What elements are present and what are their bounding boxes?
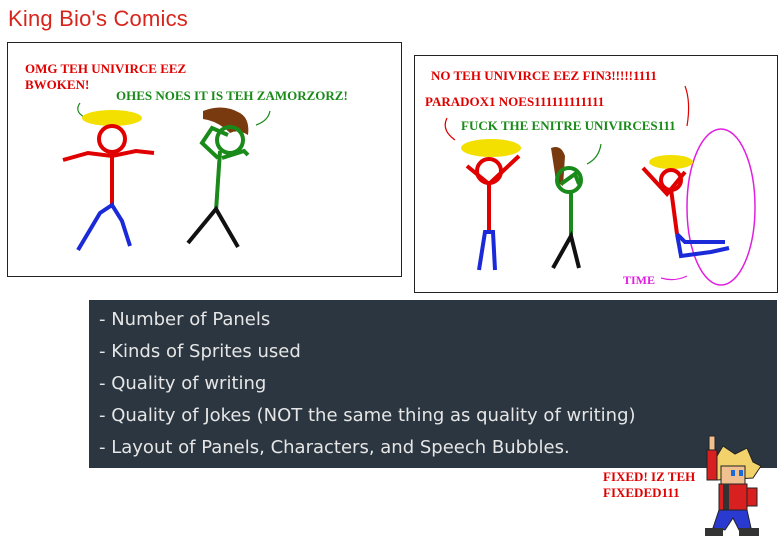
speech-text-top: NO TEH UNIVIRCE EEZ FIN3!!!!!1111	[431, 68, 657, 83]
yellow-hair	[82, 110, 142, 126]
sprite-character	[705, 435, 762, 536]
caption-line: FIXEDED111	[603, 485, 680, 500]
comic-panel-2: NO TEH UNIVIRCE EEZ FIN3!!!!!1111 PARADO…	[414, 55, 778, 293]
speech-tail-top	[684, 85, 690, 127]
sprite-caption: FIXED! IZ TEH FIXEDED111	[603, 469, 695, 501]
speech-tail-paradox	[444, 117, 456, 141]
red-stick-figure-right	[641, 155, 730, 259]
comic-panel-1: OMG TEH UNIVIRCE EEZ BWOKEN! OHES NOES I…	[7, 42, 402, 277]
speech-tail-green	[586, 143, 602, 165]
speech-tail-green	[255, 110, 271, 126]
speech-tail-red	[77, 102, 85, 118]
time-arrow	[660, 275, 688, 281]
page-title: King Bio's Comics	[8, 6, 188, 31]
red-stick-figure	[62, 110, 155, 252]
list-item: - Layout of Panels, Characters, and Spee…	[99, 437, 570, 458]
red-stick-figure-left	[461, 139, 521, 271]
list-item: - Quality of writing	[99, 373, 267, 394]
speech-text-green: OHES NOES IT IS TEH ZAMORZORZ!	[116, 88, 348, 103]
time-label: TIME	[623, 273, 656, 287]
speech-text-paradox: PARADOX1 NOES111111111111	[425, 94, 605, 109]
list-item: - Quality of Jokes (NOT the same thing a…	[99, 405, 636, 426]
caption-line: FIXED! IZ TEH	[603, 469, 696, 484]
green-stick-figure	[186, 107, 250, 249]
speech-text-green: FUCK THE ENITRE UNIVIRCES111	[461, 118, 676, 133]
criteria-list: - Number of Panels - Kinds of Sprites us…	[89, 300, 777, 468]
time-portal	[686, 128, 756, 286]
panel-2-drawing	[444, 85, 756, 286]
green-stick-figure-middle	[551, 147, 583, 269]
list-item: - Kinds of Sprites used	[99, 341, 301, 362]
speech-line: OMG TEH UNIVIRCE EEZ	[25, 61, 187, 76]
list-item: - Number of Panels	[99, 309, 271, 330]
criteria-list-box: - Number of Panels - Kinds of Sprites us…	[89, 300, 777, 468]
